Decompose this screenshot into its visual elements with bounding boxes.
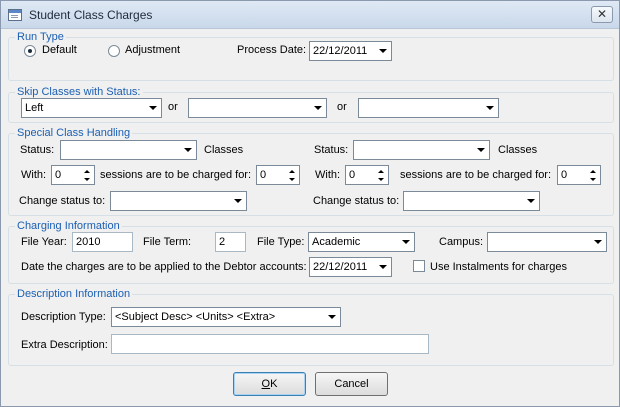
special-right-change-label: Change status to: bbox=[313, 195, 400, 207]
spin-up-icon[interactable] bbox=[80, 167, 93, 175]
process-date-label: Process Date: bbox=[237, 44, 307, 56]
run-type-legend: Run Type bbox=[17, 31, 64, 43]
stepper-buttons bbox=[586, 167, 599, 183]
spin-down-icon[interactable] bbox=[285, 175, 298, 183]
special-class-legend: Special Class Handling bbox=[17, 127, 131, 139]
ok-button[interactable]: OK bbox=[233, 372, 306, 396]
adjustment-radio-label: Adjustment bbox=[125, 44, 181, 56]
special-left-with-value: 0 bbox=[55, 169, 62, 181]
skip-status-2-select[interactable] bbox=[188, 98, 327, 118]
default-radio-label: Default bbox=[42, 44, 77, 56]
file-type-value: Academic bbox=[312, 236, 361, 248]
stepper-buttons bbox=[285, 167, 298, 183]
debtor-date-value: 22/12/2011 bbox=[313, 261, 368, 273]
special-right-change-select[interactable] bbox=[403, 191, 540, 211]
special-left-charged-value: 0 bbox=[260, 169, 267, 181]
spin-down-icon[interactable] bbox=[586, 175, 599, 183]
chevron-down-icon[interactable] bbox=[482, 100, 497, 116]
stepper-buttons bbox=[374, 167, 387, 183]
special-right-with-label: With: bbox=[315, 169, 341, 181]
or-label-2: or bbox=[337, 101, 347, 113]
file-type-label: File Type: bbox=[257, 236, 305, 248]
spin-up-icon[interactable] bbox=[285, 167, 298, 175]
chevron-down-icon[interactable] bbox=[473, 142, 488, 158]
special-right-status-label: Status: bbox=[314, 144, 349, 156]
dialog-window: Student Class Charges ✕ Run Type Default… bbox=[0, 0, 620, 407]
app-icon bbox=[8, 9, 22, 21]
special-left-status-select[interactable] bbox=[60, 140, 197, 160]
extra-description-field[interactable] bbox=[111, 334, 429, 354]
file-year-field[interactable]: 2010 bbox=[72, 232, 133, 252]
process-date-picker[interactable]: 22/12/2011 bbox=[309, 41, 392, 61]
special-left-with-stepper[interactable]: 0 bbox=[51, 165, 95, 185]
special-right-charged-value: 0 bbox=[561, 169, 568, 181]
chevron-down-icon[interactable] bbox=[310, 100, 325, 116]
file-year-label: File Year: bbox=[21, 236, 67, 248]
special-right-sessions-label: sessions are to be charged for: bbox=[400, 169, 552, 181]
file-term-field[interactable]: 2 bbox=[215, 232, 246, 252]
spin-down-icon[interactable] bbox=[80, 175, 93, 183]
campus-label: Campus: bbox=[439, 236, 484, 248]
skip-status-1-value: Left bbox=[25, 102, 44, 114]
file-year-value: 2010 bbox=[76, 236, 101, 248]
special-left-charged-stepper[interactable]: 0 bbox=[256, 165, 300, 185]
description-type-select[interactable]: <Subject Desc> <Units> <Extra> bbox=[111, 307, 341, 327]
chevron-down-icon[interactable] bbox=[324, 309, 339, 325]
special-right-with-value: 0 bbox=[349, 169, 356, 181]
extra-description-label: Extra Description: bbox=[21, 339, 108, 351]
process-date-value: 22/12/2011 bbox=[313, 45, 368, 57]
spin-up-icon[interactable] bbox=[586, 167, 599, 175]
chevron-down-icon[interactable] bbox=[523, 193, 538, 209]
instalments-checkbox[interactable] bbox=[413, 260, 425, 272]
or-label-1: or bbox=[168, 101, 178, 113]
chevron-down-icon[interactable] bbox=[180, 142, 195, 158]
special-left-change-select[interactable] bbox=[110, 191, 247, 211]
stepper-buttons bbox=[80, 167, 93, 183]
special-left-sessions-label: sessions are to be charged for: bbox=[100, 169, 252, 181]
description-info-legend: Description Information bbox=[17, 288, 131, 300]
chevron-down-icon[interactable] bbox=[590, 234, 605, 250]
charging-info-legend: Charging Information bbox=[17, 220, 120, 232]
title-bar: Student Class Charges ✕ bbox=[1, 1, 619, 29]
chevron-down-icon[interactable] bbox=[375, 259, 390, 275]
special-left-status-label: Status: bbox=[20, 144, 55, 156]
file-term-value: 2 bbox=[219, 236, 226, 248]
chevron-down-icon[interactable] bbox=[145, 100, 160, 116]
spin-down-icon[interactable] bbox=[374, 175, 387, 183]
window-title: Student Class Charges bbox=[29, 8, 153, 22]
cancel-button[interactable]: Cancel bbox=[315, 372, 388, 396]
adjustment-radio[interactable] bbox=[108, 45, 120, 57]
skip-status-1-select[interactable]: Left bbox=[21, 98, 162, 118]
special-left-change-label: Change status to: bbox=[19, 195, 106, 207]
file-term-label: File Term: bbox=[143, 236, 192, 248]
skip-classes-legend: Skip Classes with Status: bbox=[17, 86, 141, 98]
file-type-select[interactable]: Academic bbox=[308, 232, 415, 252]
debtor-date-label: Date the charges are to be applied to th… bbox=[21, 261, 307, 273]
close-button[interactable]: ✕ bbox=[591, 6, 613, 23]
special-right-classes-label: Classes bbox=[498, 144, 538, 156]
chevron-down-icon[interactable] bbox=[230, 193, 245, 209]
chevron-down-icon[interactable] bbox=[375, 43, 390, 59]
ok-label-rest: K bbox=[270, 378, 278, 390]
chevron-down-icon[interactable] bbox=[398, 234, 413, 250]
debtor-date-picker[interactable]: 22/12/2011 bbox=[309, 257, 392, 277]
special-right-charged-stepper[interactable]: 0 bbox=[557, 165, 601, 185]
skip-status-3-select[interactable] bbox=[358, 98, 499, 118]
description-info-group: Description Information bbox=[8, 288, 614, 366]
special-right-status-select[interactable] bbox=[353, 140, 490, 160]
special-right-with-stepper[interactable]: 0 bbox=[345, 165, 389, 185]
ok-accelerator: O bbox=[261, 378, 271, 390]
instalments-label: Use Instalments for charges bbox=[430, 261, 567, 273]
description-type-value: <Subject Desc> <Units> <Extra> bbox=[115, 311, 276, 323]
special-left-with-label: With: bbox=[21, 169, 47, 181]
campus-select[interactable] bbox=[487, 232, 607, 252]
default-radio[interactable] bbox=[24, 45, 36, 57]
spin-up-icon[interactable] bbox=[374, 167, 387, 175]
special-left-classes-label: Classes bbox=[204, 144, 244, 156]
description-type-label: Description Type: bbox=[21, 311, 106, 323]
